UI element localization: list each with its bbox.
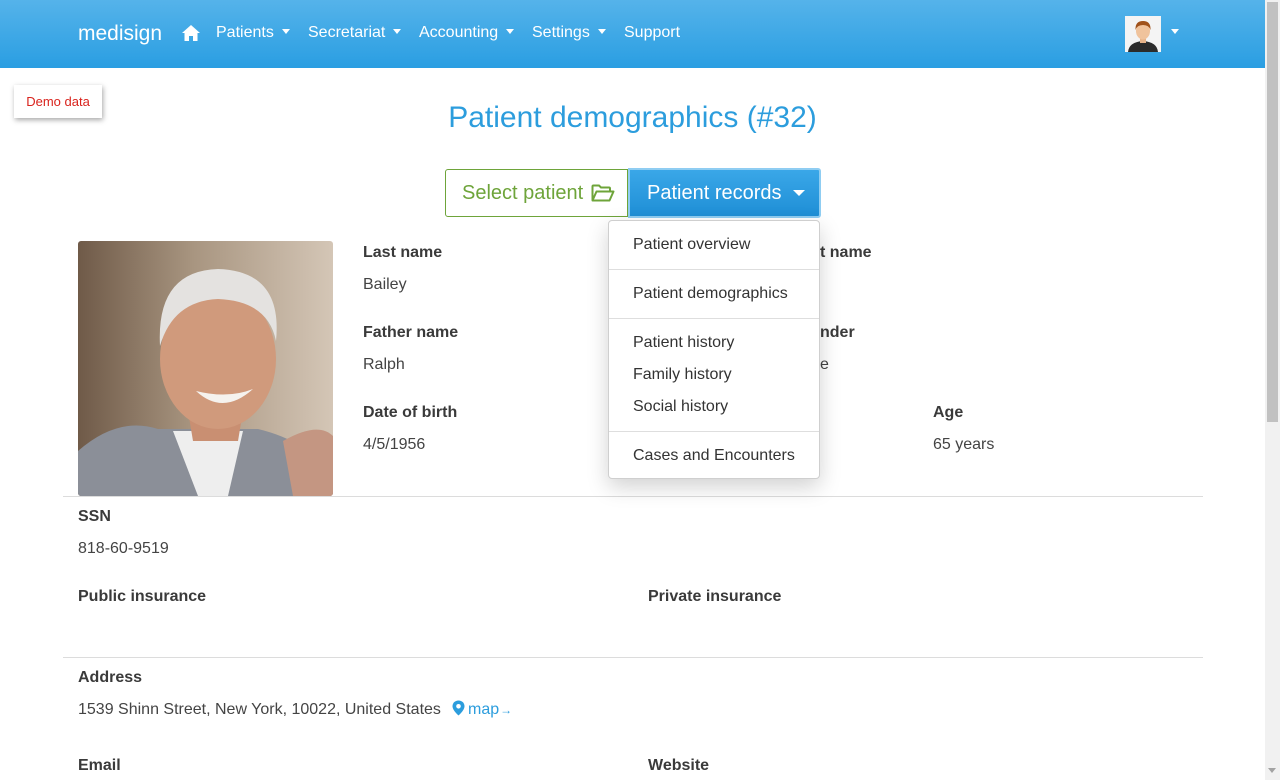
chevron-down-icon	[597, 29, 606, 34]
ssn-label: SSN	[78, 508, 111, 525]
nav-support-link[interactable]: Support	[624, 24, 680, 42]
chevron-down-icon	[506, 29, 515, 34]
nav-settings-menu[interactable]: Settings	[532, 24, 606, 42]
ssn-value: 818-60-9519	[78, 540, 169, 557]
select-patient-button[interactable]: Select patient	[445, 169, 628, 217]
age-value: 65 years	[933, 436, 995, 453]
first-name-label: t name	[820, 244, 872, 261]
email-label: Email	[78, 757, 121, 774]
scrollbar-thumb[interactable]	[1267, 2, 1278, 422]
map-link[interactable]: map→	[452, 700, 512, 719]
private-insurance-label: Private insurance	[648, 588, 782, 605]
home-icon[interactable]	[181, 24, 201, 42]
nav-patients-label: Patients	[216, 24, 274, 41]
nav-accounting-menu[interactable]: Accounting	[419, 24, 515, 42]
date-of-birth-label: Date of birth	[363, 404, 458, 421]
nav-settings-label: Settings	[532, 24, 590, 41]
section-divider	[63, 496, 1203, 497]
top-navbar: medisign Patients Secretariat Accounting…	[0, 0, 1265, 68]
patient-records-dropdown-button[interactable]: Patient records	[628, 168, 821, 218]
nav-secretariat-label: Secretariat	[308, 24, 386, 41]
menu-item-social-history[interactable]: Social history	[633, 398, 728, 416]
menu-item-patient-history[interactable]: Patient history	[633, 334, 734, 352]
menu-item-patient-demographics[interactable]: Patient demographics	[633, 285, 788, 303]
father-name-value: Ralph	[363, 356, 405, 373]
nav-secretariat-menu[interactable]: Secretariat	[308, 24, 402, 42]
user-menu-caret-icon[interactable]	[1171, 29, 1179, 34]
father-name-label: Father name	[363, 324, 459, 341]
arrow-right-icon: →	[500, 703, 513, 717]
map-link-label: map	[468, 701, 500, 718]
address-label: Address	[78, 669, 143, 686]
patient-photo	[78, 241, 333, 496]
patient-records-dropdown-menu: Patient overview Patient demographics Pa…	[608, 220, 820, 479]
page-title: Patient demographics (#32)	[448, 101, 817, 134]
website-label: Website	[648, 757, 710, 774]
user-avatar-image	[1125, 16, 1161, 52]
menu-item-patient-overview[interactable]: Patient overview	[633, 236, 750, 254]
menu-divider	[609, 431, 819, 432]
patient-photo-image	[78, 241, 333, 496]
section-divider	[63, 657, 1203, 658]
brand-logo[interactable]: medisign	[78, 22, 162, 46]
scroll-down-arrow-icon[interactable]	[1268, 768, 1276, 773]
menu-divider	[609, 269, 819, 270]
chevron-down-icon	[393, 29, 402, 34]
folder-open-icon	[591, 184, 615, 202]
date-of-birth-value: 4/5/1956	[363, 436, 426, 453]
map-marker-icon	[452, 700, 465, 716]
gender-label: nder	[820, 324, 855, 341]
nav-accounting-label: Accounting	[419, 24, 499, 41]
address-value: 1539 Shinn Street, New York, 10022, Unit…	[78, 701, 441, 718]
chevron-down-icon	[792, 190, 805, 196]
chevron-down-icon	[281, 29, 290, 34]
menu-item-family-history[interactable]: Family history	[633, 366, 732, 384]
age-label: Age	[933, 404, 964, 421]
menu-divider	[609, 318, 819, 319]
last-name-label: Last name	[363, 244, 443, 261]
select-patient-label: Select patient	[462, 182, 584, 204]
user-avatar[interactable]	[1125, 16, 1161, 52]
gender-value: e	[820, 356, 829, 373]
nav-patients-menu[interactable]: Patients	[216, 24, 290, 42]
patient-records-label: Patient records	[647, 182, 782, 204]
last-name-value: Bailey	[363, 276, 407, 293]
public-insurance-label: Public insurance	[78, 588, 207, 605]
menu-item-cases-and-encounters[interactable]: Cases and Encounters	[633, 447, 795, 465]
